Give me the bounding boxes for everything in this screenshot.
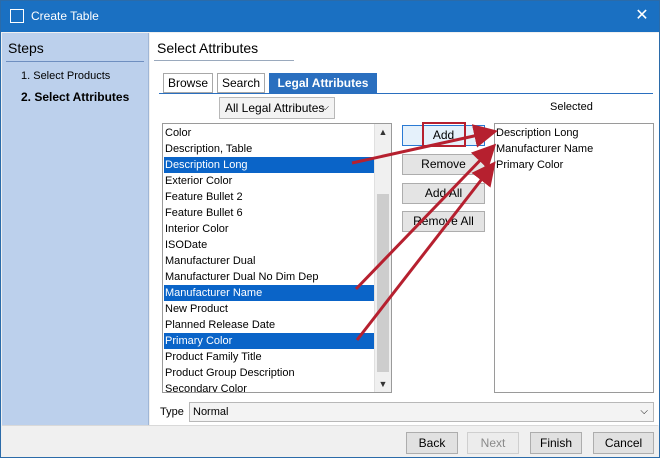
selected-label: Selected [550,101,593,113]
add-button-highlight [422,122,466,147]
list-item[interactable]: Product Group Description [164,365,374,381]
steps-divider [6,61,144,62]
close-button[interactable]: ✕ [625,1,659,32]
list-item[interactable]: Manufacturer Name [496,141,593,157]
attribute-filter-value: All Legal Attributes [225,101,325,115]
tab-browse[interactable]: Browse [163,73,213,93]
list-item[interactable]: Description, Table [164,141,374,157]
list-item-selected[interactable]: Primary Color [164,333,374,349]
finish-button[interactable]: Finish [530,432,582,454]
cancel-button[interactable]: Cancel [593,432,654,454]
available-attributes-list[interactable]: Color Description, Table Description Lon… [162,123,392,393]
main-panel: Select Attributes Browse Search Legal At… [150,33,659,425]
attribute-filter-dropdown[interactable]: All Legal Attributes ⌵ [219,97,335,119]
remove-all-button[interactable]: Remove All [402,211,485,232]
type-label: Type [160,406,184,418]
list-item-selected[interactable]: Manufacturer Name [164,285,374,301]
list-item[interactable]: Planned Release Date [164,317,374,333]
steps-panel: Steps 1. Select Products 2. Select Attri… [2,33,149,425]
list-item[interactable]: Product Family Title [164,349,374,365]
selected-attributes-list[interactable]: Description Long Manufacturer Name Prima… [494,123,654,393]
type-select[interactable]: Normal ⌵ [189,402,654,422]
list-item[interactable]: Interior Color [164,221,374,237]
list-item-selected[interactable]: Description Long [164,157,374,173]
step-select-attributes[interactable]: 2. Select Attributes [21,90,129,104]
list-item[interactable]: Manufacturer Dual No Dim Dep [164,269,374,285]
list-item[interactable]: Exterior Color [164,173,374,189]
list-item[interactable]: Secondary Color [164,381,374,392]
create-table-dialog: Create Table ✕ Steps 1. Select Products … [0,0,660,458]
list-item[interactable]: Feature Bullet 6 [164,205,374,221]
list-item[interactable]: ISODate [164,237,374,253]
add-all-button[interactable]: Add All [402,183,485,204]
back-button[interactable]: Back [406,432,458,454]
footer-divider [2,425,658,426]
step-select-products[interactable]: 1. Select Products [21,70,110,82]
window-title: Create Table [31,9,99,23]
list-item[interactable]: Manufacturer Dual [164,253,374,269]
chevron-down-icon: ⌵ [321,102,329,113]
list-item[interactable]: New Product [164,301,374,317]
section-divider [154,60,294,61]
list-item[interactable]: Feature Bullet 2 [164,189,374,205]
list-item[interactable]: Color [164,125,374,141]
title-bar: Create Table ✕ [1,1,659,32]
list-scrollbar[interactable]: ▲ ▼ [374,124,391,392]
scroll-thumb[interactable] [377,194,389,372]
tab-legal-attributes[interactable]: Legal Attributes [269,73,377,93]
list-item[interactable]: Description Long [496,125,579,141]
tab-underline [159,93,653,94]
remove-button[interactable]: Remove [402,154,485,175]
steps-title: Steps [8,40,44,56]
scroll-down-icon[interactable]: ▼ [375,376,391,392]
tab-search[interactable]: Search [217,73,265,93]
next-button[interactable]: Next [467,432,519,454]
type-select-value: Normal [193,406,229,418]
window-icon [10,9,24,23]
section-title: Select Attributes [157,40,259,56]
list-item[interactable]: Primary Color [496,157,563,173]
chevron-down-icon: ⌵ [640,406,648,417]
scroll-up-icon[interactable]: ▲ [375,124,391,140]
